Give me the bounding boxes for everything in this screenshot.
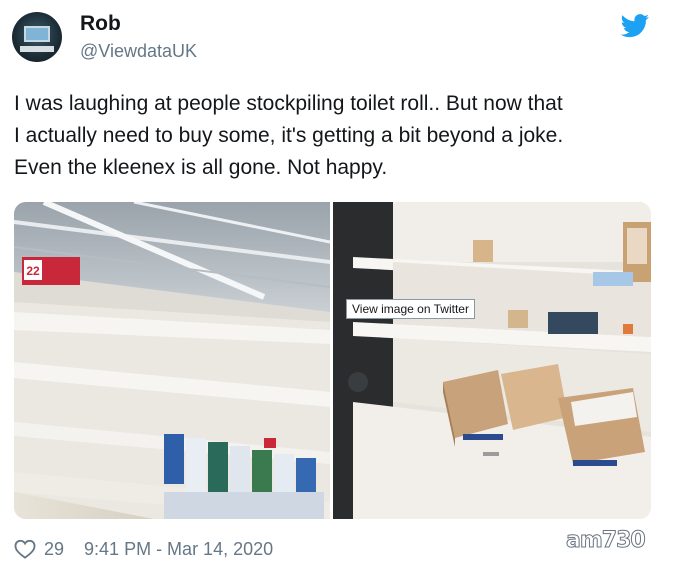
tweet-card: Rob @ViewdataUK I was laughing at people… — [0, 0, 676, 574]
user-name[interactable]: Rob — [80, 12, 121, 36]
tweet-text-line: Even the kleenex is all gone. Not happy. — [14, 156, 388, 179]
tweet-text-line: I was laughing at people stockpiling toi… — [14, 92, 563, 115]
user-handle[interactable]: @ViewdataUK — [80, 41, 197, 62]
twitter-bird-icon[interactable] — [620, 14, 650, 38]
photo-empty-shelves[interactable] — [333, 202, 651, 519]
heart-icon[interactable] — [14, 539, 36, 559]
watermark-logo: am730 — [566, 528, 647, 554]
tweet-media[interactable]: 22 — [14, 202, 651, 519]
like-count[interactable]: 29 — [44, 539, 64, 560]
avatar-base — [20, 46, 54, 52]
timestamp[interactable]: 9:41 PM - Mar 14, 2020 — [84, 539, 273, 560]
tweet-footer: 29 9:41 PM - Mar 14, 2020 — [14, 536, 273, 562]
view-image-tooltip: View image on Twitter — [346, 299, 475, 319]
aisle-sign-number: 22 — [26, 264, 40, 278]
tweet-text: I was laughing at people stockpiling toi… — [14, 88, 664, 184]
avatar[interactable] — [12, 12, 62, 62]
tweet-text-line: I actually need to buy some, it's gettin… — [14, 124, 564, 147]
avatar-screen — [24, 26, 50, 42]
photo-empty-aisle[interactable]: 22 — [14, 202, 330, 519]
